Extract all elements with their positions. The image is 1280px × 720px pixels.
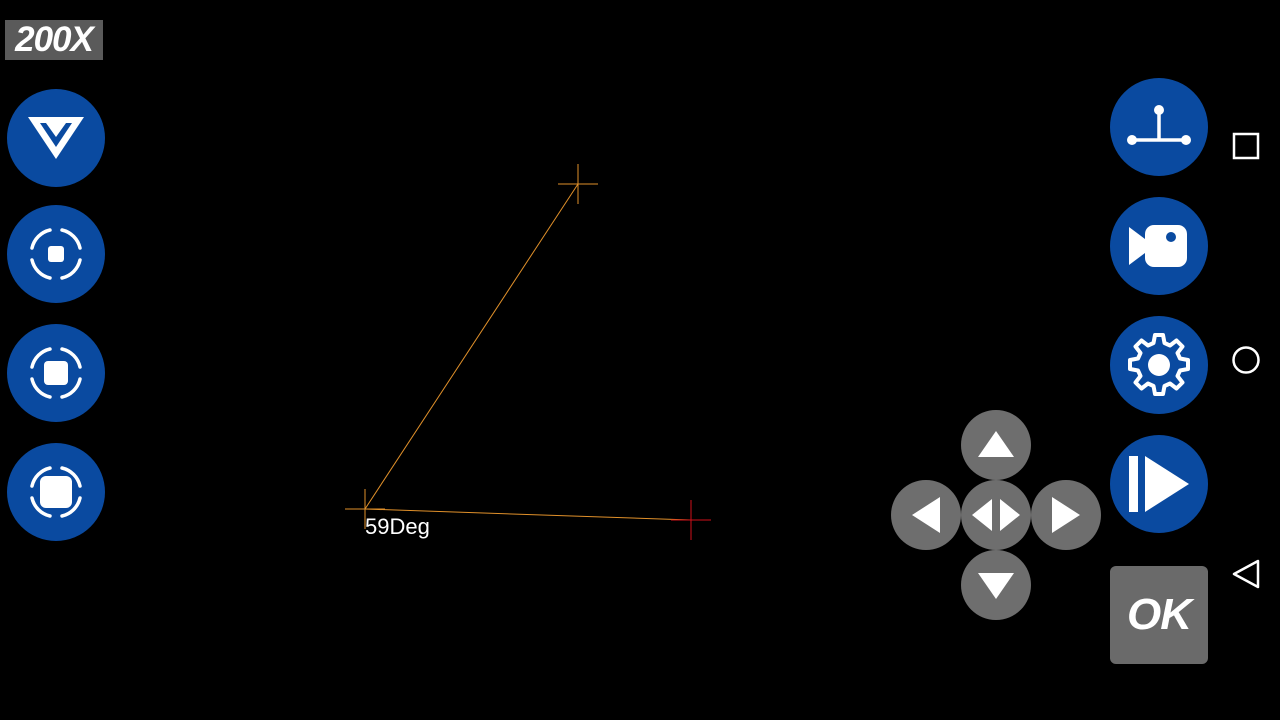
collapse-button[interactable] — [7, 89, 105, 187]
capture-large-button[interactable] — [7, 443, 105, 541]
capture-small-button[interactable] — [7, 205, 105, 303]
home-circle-icon[interactable] — [1231, 345, 1261, 375]
play-next-button[interactable] — [1110, 435, 1208, 533]
measurement-overlay[interactable] — [0, 0, 1280, 720]
zoom-level-badge: 200X — [5, 20, 103, 60]
back-triangle-icon[interactable] — [1231, 558, 1261, 590]
active-point-crosshair[interactable] — [671, 500, 711, 540]
capture-large-icon — [30, 466, 82, 518]
video-camera-icon — [1129, 225, 1187, 267]
arrow-right-icon — [1052, 497, 1080, 533]
dpad-left-button[interactable] — [891, 480, 961, 550]
arrow-center-icon — [972, 499, 1020, 531]
capture-small-icon — [30, 228, 82, 280]
angle-measure-button[interactable] — [1110, 78, 1208, 176]
gear-icon — [1128, 333, 1190, 396]
arrow-left-icon — [912, 497, 940, 533]
dpad-down-button[interactable] — [961, 550, 1031, 620]
angle-line-upper — [364, 183, 579, 510]
capture-medium-button[interactable] — [7, 324, 105, 422]
collapse-chevron-icon — [28, 117, 84, 159]
settings-button[interactable] — [1110, 316, 1208, 414]
play-next-icon — [1129, 456, 1189, 512]
angle-measure-icon — [1127, 105, 1191, 145]
arrow-down-icon — [978, 573, 1014, 599]
ok-button[interactable]: OK — [1110, 566, 1208, 664]
upper-point-crosshair[interactable] — [558, 164, 598, 204]
dpad-right-button[interactable] — [1031, 480, 1101, 550]
capture-medium-icon — [30, 347, 82, 399]
recents-square-icon[interactable] — [1232, 132, 1260, 160]
dpad-up-button[interactable] — [961, 410, 1031, 480]
video-record-button[interactable] — [1110, 197, 1208, 295]
dpad-center-button[interactable] — [961, 480, 1031, 550]
angle-value-label: 59Deg — [365, 514, 430, 539]
arrow-up-icon — [978, 431, 1014, 457]
